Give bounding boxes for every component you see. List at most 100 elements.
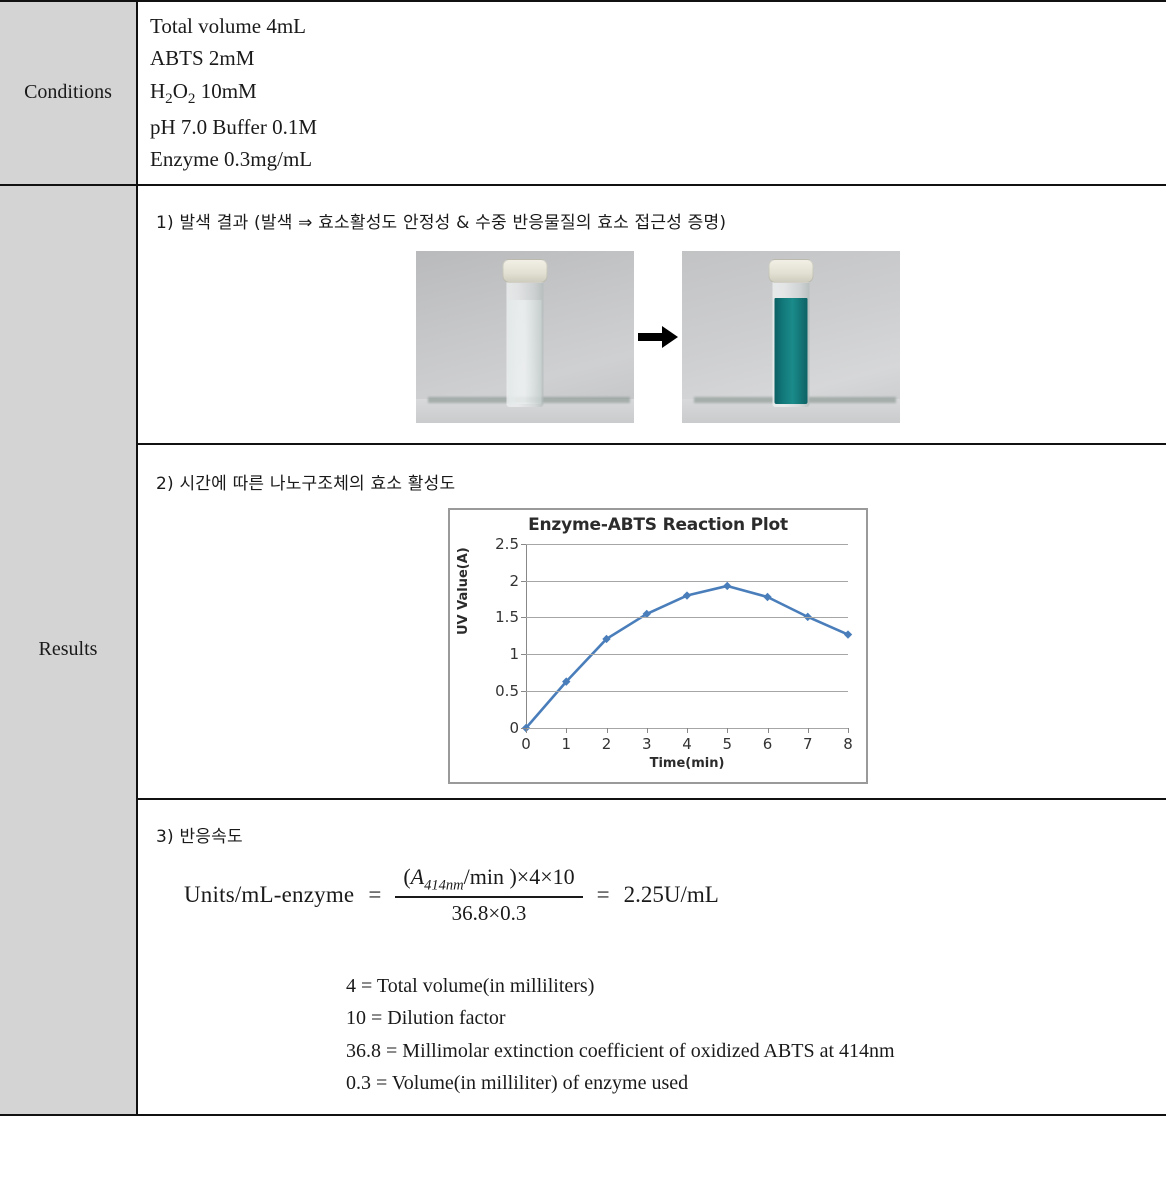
chart-x-tick-mark (687, 727, 688, 733)
chart-y-tick-mark (521, 690, 526, 692)
section-3-cell: 3) 반응속도 Units/mL-enzyme = (A414nm/min )×… (138, 797, 1166, 1114)
results-label-cell: Results (0, 183, 138, 1116)
condition-hydrogen-peroxide: H2O2 10mM (150, 75, 1166, 111)
h2o2-conc: 10mM (195, 78, 257, 103)
numerator-rest: /min )×4×10 (463, 863, 575, 889)
section-2-cell: 2) 시간에 따른 나노구조체의 효소 활성도 Enzyme-ABTS Reac… (138, 442, 1166, 799)
chart-y-tick-label: 0 (509, 718, 519, 737)
cuvette-cap-left (502, 258, 548, 283)
chart-series-line (521, 581, 853, 732)
chart-plot-area: 0 0.5 1 1.5 2 2.5 0 1 2 3 4 5 6 7 8 (495, 535, 853, 753)
chart-y-tick-mark (521, 580, 526, 582)
chart-x-tick-mark (767, 727, 769, 733)
chart-x-tick-label: 1 (561, 734, 572, 753)
chart-title: Enzyme-ABTS Reaction Plot (528, 514, 788, 535)
condition-enzyme: Enzyme 0.3mg/mL (150, 147, 313, 172)
chart-y-tick-label: 1.5 (495, 608, 519, 627)
results-content-cell: 1) 발색 결과 (발색 ⇒ 효소활성도 안정성 & 수중 반응물질의 효소 접… (137, 183, 1166, 1116)
results-sections-table: 1) 발색 결과 (발색 ⇒ 효소활성도 안정성 & 수중 반응물질의 효소 접… (138, 186, 1166, 1114)
conditions-row: Conditions Total volume 4mL ABTS 2mM H2O… (0, 0, 1166, 186)
section-2-row: 2) 시간에 따른 나노구조체의 효소 활성도 Enzyme-ABTS Reac… (138, 442, 1166, 799)
chart-x-tick-label: 6 (762, 734, 773, 753)
chart-data-point (843, 630, 853, 639)
chart-y-tick-label: 0.5 (495, 681, 519, 700)
chart-gridline (526, 690, 848, 692)
condition-ph-buffer: pH 7.0 Buffer 0.1M (150, 115, 318, 140)
conditions-content-cell: Total volume 4mL ABTS 2mM H2O2 10mM pH 7… (137, 0, 1166, 186)
document-page: Conditions Total volume 4mL ABTS 2mM H2O… (0, 0, 1174, 1185)
equation-lhs: Units/mL-enzyme (184, 882, 355, 908)
cuvette-photo-before (416, 250, 634, 423)
numerator-paren-open: ( (403, 863, 411, 889)
chart-x-tick-mark (807, 727, 809, 733)
condition-total-volume: Total volume 4mL (150, 14, 307, 38)
equation-fraction: (A414nm/min )×4×10 36.8×0.3 (395, 863, 583, 926)
chart-x-tick-mark (646, 727, 648, 733)
numerator-absorbance-symbol: A (410, 863, 425, 889)
chart-y-tick-label: 2 (509, 571, 519, 590)
chart-y-tick-mark (521, 617, 526, 619)
chart-y-tick-label: 2.5 (495, 534, 519, 553)
h2o2-sub-1: 2 (165, 90, 173, 107)
chart-x-tick-label: 8 (843, 734, 853, 753)
section-3-heading: 3) 반응속도 (156, 826, 243, 847)
equation-equals-2: = (596, 882, 610, 908)
section-1: 1) 발색 결과 (발색 ⇒ 효소활성도 안정성 & 수중 반응물질의 효소 접… (138, 186, 1166, 443)
chart-data-point (763, 592, 772, 601)
chart-data-point (682, 591, 692, 600)
definition-dilution-factor: 10 = Dilution factor (346, 1007, 506, 1030)
conditions-list: Total volume 4mL ABTS 2mM H2O2 10mM pH 7… (138, 2, 1166, 184)
chart-x-tick-label: 5 (722, 734, 733, 753)
chart-container: Enzyme-ABTS Reaction Plot UV Value(A) Ti… (150, 507, 1166, 784)
cuvette-photo-after (682, 250, 900, 423)
section-3: 3) 반응속도 Units/mL-enzyme = (A414nm/min )×… (138, 800, 1166, 1114)
numerator-wavelength-sub: 414nm (424, 877, 464, 894)
chart-gridline (526, 580, 848, 582)
chart-line-path (525, 584, 849, 729)
colorimetric-photos (150, 250, 1166, 423)
enzyme-abts-reaction-chart: Enzyme-ABTS Reaction Plot UV Value(A) Ti… (448, 507, 868, 784)
chart-gridline (526, 617, 848, 619)
chart-y-tick-label: 1 (509, 645, 519, 664)
cuvette-cap-right (768, 258, 814, 283)
chart-x-tick-mark (848, 727, 849, 733)
equation-result: 2.25U/mL (623, 882, 719, 908)
results-row: Results 1) 발색 결과 (발색 ⇒ 효소활성도 안정성 & 수중 반응… (0, 183, 1166, 1116)
chart-x-tick-mark (526, 727, 527, 733)
chart-x-axis-label: Time(min) (649, 755, 725, 771)
chart-gridline (526, 654, 848, 656)
section-3-row: 3) 반응속도 Units/mL-enzyme = (A414nm/min )×… (138, 797, 1166, 1114)
conditions-label-cell: Conditions (0, 0, 138, 186)
chart-x-tick-label: 3 (641, 734, 652, 753)
chart-x-tick-label: 4 (682, 734, 692, 753)
section-1-heading: 1) 발색 결과 (발색 ⇒ 효소활성도 안정성 & 수중 반응물질의 효소 접… (156, 212, 727, 233)
results-label: Results (38, 638, 98, 661)
chart-y-tick-mark (521, 654, 526, 656)
chart-x-tick-mark (727, 727, 729, 733)
results-table: Conditions Total volume 4mL ABTS 2mM H2O… (0, 0, 1166, 1116)
chart-x-tick-mark (606, 727, 608, 733)
chart-x-tick-label: 2 (601, 734, 612, 753)
h2o2-h: H (150, 78, 166, 103)
equation-equals-1: = (368, 882, 382, 908)
transition-arrow-wrap (634, 324, 682, 350)
cuvette-green (768, 258, 814, 407)
chart-y-axis-label: UV Value(A) (456, 547, 471, 635)
cuvette-clear (502, 258, 548, 407)
section-1-cell: 1) 발색 결과 (발색 ⇒ 효소활성도 안정성 & 수중 반응물질의 효소 접… (138, 186, 1166, 444)
equation-denominator: 36.8×0.3 (451, 901, 527, 926)
reaction-rate-equation: Units/mL-enzyme = (A414nm/min )×4×10 36.… (184, 863, 1166, 926)
equation-definitions: 4 = Total volume(in milliliters) 10 = Di… (346, 970, 1166, 1100)
chart-gridline (526, 543, 848, 545)
condition-abts: ABTS 2mM (150, 46, 255, 71)
cuvette-liquid-green (774, 297, 808, 404)
chart-x-tick-mark (566, 727, 568, 733)
section-2-heading: 2) 시간에 따른 나노구조체의 효소 활성도 (156, 473, 456, 494)
arrow-right-icon (638, 325, 678, 348)
cuvette-liquid-clear (508, 299, 542, 404)
definition-total-volume: 4 = Total volume(in milliliters) (346, 974, 595, 997)
definition-enzyme-volume: 0.3 = Volume(in milliliter) of enzyme us… (346, 1072, 689, 1095)
chart-x-tick-label: 7 (802, 734, 813, 753)
chart-y-tick-mark (521, 543, 526, 545)
h2o2-o: O (172, 78, 188, 103)
